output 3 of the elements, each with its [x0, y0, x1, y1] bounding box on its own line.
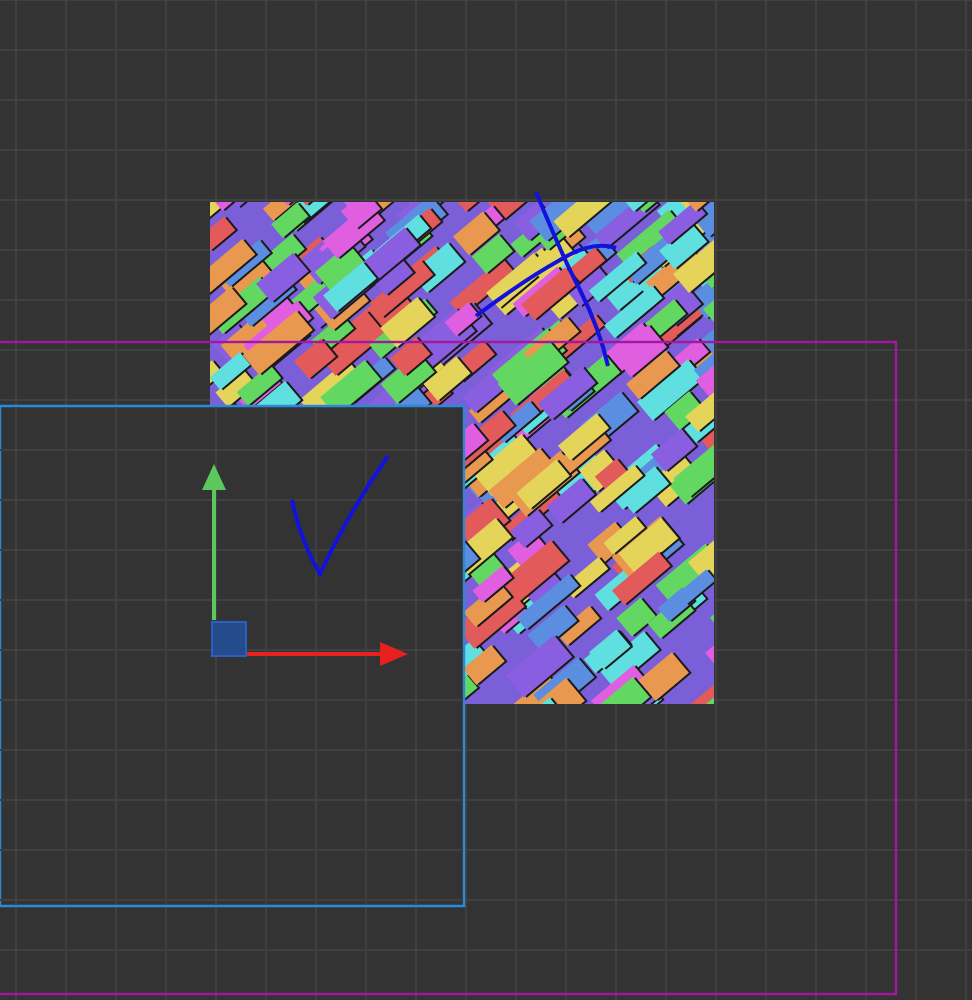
check-stroke	[290, 454, 390, 576]
y-axis-arrow[interactable]	[202, 464, 226, 620]
origin-handle[interactable]	[211, 621, 247, 657]
